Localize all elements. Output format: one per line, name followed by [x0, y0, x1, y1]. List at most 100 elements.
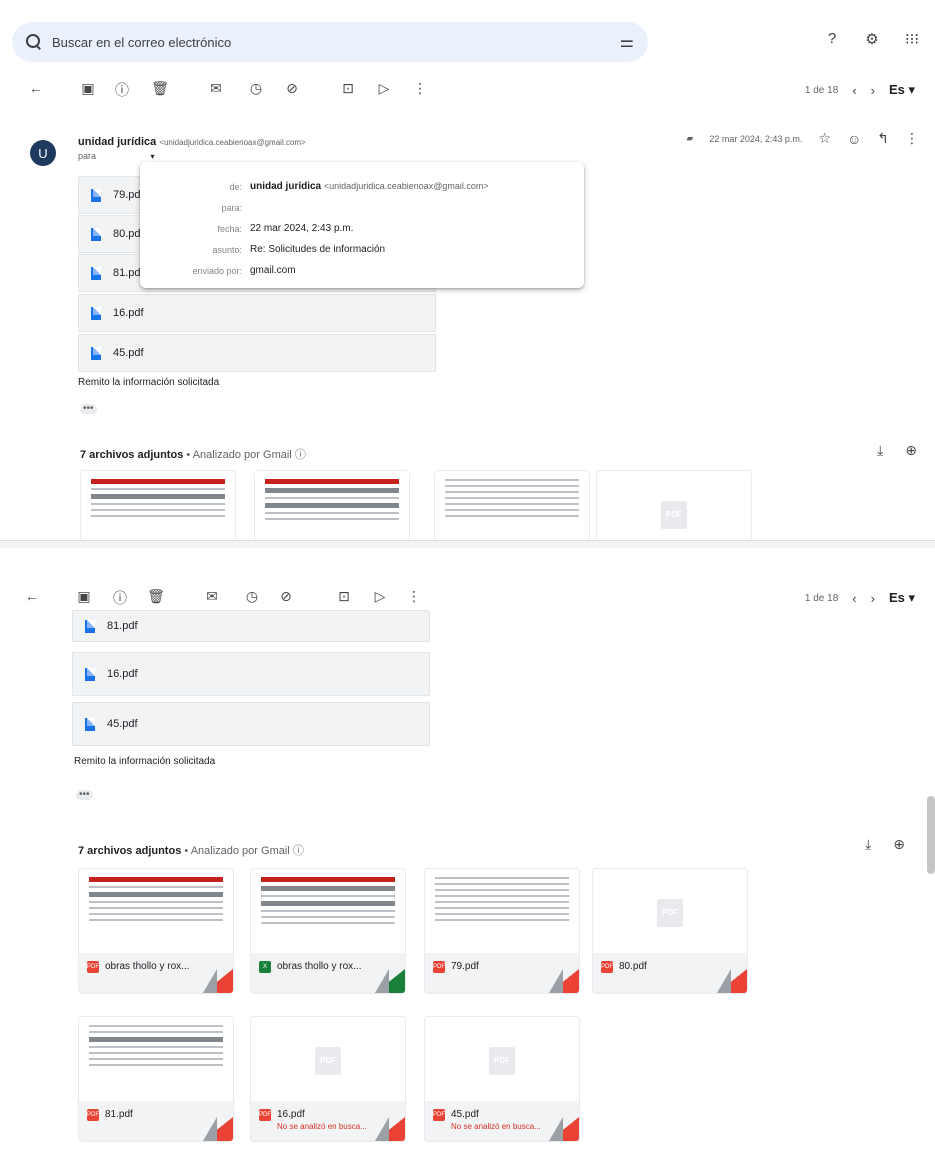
- search-input[interactable]: Buscar en el correo electrónico: [52, 35, 620, 50]
- move-to-icon[interactable]: ⊡: [334, 588, 354, 605]
- add-to-drive-icon[interactable]: ⊕: [905, 442, 917, 459]
- trash-icon[interactable]: 🗑: [150, 80, 170, 97]
- show-trimmed-button[interactable]: •••: [76, 790, 93, 800]
- pager-count: 1 de 18: [804, 592, 839, 604]
- scan-warning: No se analizó en busca...: [277, 1122, 367, 1131]
- card-corner: [203, 1117, 233, 1141]
- card-corner: [549, 969, 579, 993]
- chevron-right-icon[interactable]: ›: [871, 591, 875, 606]
- search-bar[interactable]: Buscar en el correo electrónico ⚌: [12, 22, 648, 62]
- message-date: 22 mar 2024, 2:43 p.m.: [709, 133, 803, 144]
- card-corner: [203, 969, 233, 993]
- emoji-icon[interactable]: ☺: [847, 131, 861, 147]
- add-task-icon[interactable]: ⊘: [276, 588, 296, 605]
- search-icon[interactable]: [26, 34, 42, 50]
- chevron-left-icon[interactable]: ‹: [852, 83, 856, 98]
- star-icon[interactable]: ☆: [818, 130, 831, 147]
- attachment-thumbnail[interactable]: [80, 470, 236, 542]
- scrollbar-thumb[interactable]: [927, 796, 935, 874]
- back-arrow-icon[interactable]: ←: [22, 588, 42, 604]
- mark-unread-icon[interactable]: ✉: [202, 588, 222, 605]
- archive-icon[interactable]: ▣: [78, 80, 98, 97]
- to-label: para: [78, 151, 97, 161]
- doc-icon: [91, 346, 101, 360]
- file-chip[interactable]: 45.pdf: [72, 702, 430, 746]
- chevron-left-icon[interactable]: ‹: [852, 591, 856, 606]
- doc-icon: [91, 227, 101, 241]
- attachment-thumbnail[interactable]: PDF: [596, 470, 752, 542]
- pdf-placeholder-icon: PDF: [657, 899, 683, 927]
- pdf-placeholder-icon: PDF: [661, 501, 687, 529]
- back-arrow-icon[interactable]: ←: [26, 80, 46, 96]
- attachment-card[interactable]: PDF PDF 80.pdf: [592, 868, 748, 994]
- more-vert-icon[interactable]: ⋮: [410, 80, 430, 97]
- help-icon[interactable]: ?: [823, 30, 841, 48]
- email-view-top: Buscar en el correo electrónico ⚌ ? ⚙ ⁝⁝…: [0, 0, 935, 542]
- download-all-icon[interactable]: ⤓: [865, 836, 871, 853]
- move-to-icon[interactable]: ⊡: [338, 80, 358, 97]
- attachments-header: 7 archivos adjuntos • Analizado por Gmai…: [78, 845, 304, 857]
- snooze-icon[interactable]: ◷: [246, 80, 266, 97]
- info-icon[interactable]: ⓘ: [293, 845, 304, 857]
- message-body: Remito la información solicitada: [78, 377, 220, 388]
- label-icon[interactable]: ▷: [374, 80, 394, 97]
- chevron-right-icon[interactable]: ›: [871, 83, 875, 98]
- pdf-icon: PDF: [433, 1109, 445, 1121]
- trash-icon[interactable]: 🗑: [146, 588, 166, 605]
- pager: 1 de 18 ‹ › Es ▾: [805, 590, 915, 606]
- header-icons: ? ⚙ ⁝⁝⁝: [823, 30, 921, 48]
- attachment-actions: ⤓ ⊕: [865, 836, 905, 853]
- attachment-card[interactable]: PDF 81.pdf: [78, 1016, 234, 1142]
- mark-unread-icon[interactable]: ✉: [206, 80, 226, 97]
- attachment-thumbnail[interactable]: [254, 470, 410, 542]
- doc-icon: [91, 266, 101, 280]
- pdf-placeholder-icon: PDF: [489, 1047, 515, 1075]
- more-vert-icon[interactable]: ⋮: [404, 588, 424, 605]
- language-selector[interactable]: Es ▾: [889, 82, 915, 98]
- label-icon[interactable]: ▷: [370, 588, 390, 605]
- file-chip[interactable]: 45.pdf: [78, 334, 436, 372]
- archive-icon[interactable]: ▣: [74, 588, 94, 605]
- attachments-count: 7 archivos adjuntos: [78, 845, 182, 857]
- sender-name[interactable]: unidad jurídica: [78, 136, 156, 148]
- attachment-card[interactable]: PDF 79.pdf: [424, 868, 580, 994]
- gear-icon[interactable]: ⚙: [863, 30, 881, 48]
- card-corner: [549, 1117, 579, 1141]
- scanned-label: Analizado por Gmail: [190, 845, 290, 857]
- more-vert-icon[interactable]: ⋮: [905, 130, 919, 147]
- language-selector[interactable]: Es ▾: [889, 590, 915, 606]
- doc-icon: [85, 619, 95, 633]
- attachment-card[interactable]: PDF obras thollo y rox...: [78, 868, 234, 994]
- attachment-actions: ⤓ ⊕: [877, 442, 917, 459]
- report-spam-icon[interactable]: ⓘ: [112, 80, 132, 100]
- doc-icon: [91, 306, 101, 320]
- attachment-card[interactable]: Xobras thollo y rox...: [250, 868, 406, 994]
- file-chip[interactable]: 81.pdf: [72, 610, 430, 642]
- attachments-count: 7 archivos adjuntos: [80, 449, 184, 461]
- apps-grid-icon[interactable]: ⁝⁝⁝: [903, 30, 921, 48]
- scan-warning: No se analizó en busca...: [451, 1122, 541, 1131]
- pdf-icon: PDF: [601, 961, 613, 973]
- reply-icon[interactable]: ↰: [877, 130, 889, 147]
- scanned-label: Analizado por Gmail: [192, 449, 292, 461]
- attachment-thumbnail[interactable]: [434, 470, 590, 542]
- details-dropdown-icon[interactable]: ▾: [151, 152, 155, 161]
- search-options-icon[interactable]: ⚌: [620, 32, 634, 52]
- avatar[interactable]: U: [30, 140, 56, 166]
- show-trimmed-button[interactable]: •••: [80, 404, 97, 414]
- attachment-card[interactable]: PDF PDF 16.pdf No se analizó en busca...: [250, 1016, 406, 1142]
- doc-icon: [91, 188, 101, 202]
- info-icon[interactable]: ⓘ: [295, 449, 306, 461]
- add-task-icon[interactable]: ⊘: [282, 80, 302, 97]
- attachments-header: 7 archivos adjuntos • Analizado por Gmai…: [80, 449, 306, 461]
- report-spam-icon[interactable]: ⓘ: [110, 588, 130, 608]
- download-all-icon[interactable]: ⤓: [877, 442, 883, 459]
- file-chip[interactable]: 16.pdf: [72, 652, 430, 696]
- attachment-card[interactable]: PDF PDF 45.pdf No se analizó en busca...: [424, 1016, 580, 1142]
- doc-icon: [85, 717, 95, 731]
- file-chip[interactable]: 16.pdf: [78, 294, 436, 332]
- message-body: Remito la información solicitada: [74, 756, 216, 767]
- pager-count: 1 de 18: [804, 84, 839, 96]
- add-to-drive-icon[interactable]: ⊕: [893, 836, 905, 853]
- snooze-icon[interactable]: ◷: [242, 588, 262, 605]
